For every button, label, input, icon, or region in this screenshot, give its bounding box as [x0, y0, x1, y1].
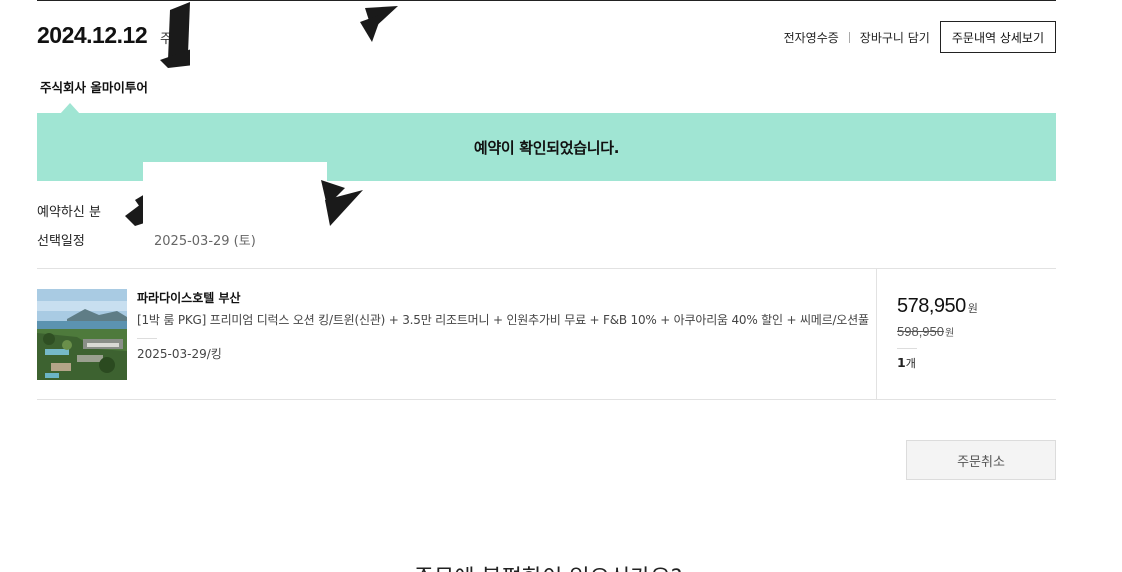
price-column: 578,950 원 598,950원 1개 — [876, 269, 1056, 399]
help-heading: 주문에 불편함이 있으신가요? — [0, 560, 1096, 572]
product-selection: 2025-03-29/킹 — [137, 347, 222, 361]
order-detail-button[interactable]: 주문내역 상세보기 — [939, 21, 1056, 53]
product-divider — [137, 338, 157, 339]
add-to-cart-link[interactable]: 장바구니 담기 — [860, 29, 930, 46]
cancel-order-button[interactable]: 주문취소 — [906, 440, 1056, 480]
schedule-label: 선택일정 — [37, 234, 85, 249]
schedule-value: 2025-03-29 (토) — [154, 234, 256, 249]
product-item: 파라다이스호텔 부산 [1박 룸 PKG] 프리미엄 디럭스 오션 킹/트윈(신… — [37, 268, 1056, 400]
receipt-link[interactable]: 전자영수증 — [784, 29, 839, 46]
original-price-value: 598,950 — [897, 324, 944, 339]
product-name[interactable]: 파라다이스호텔 부산 — [137, 289, 867, 306]
sale-price-value: 578,950 — [897, 295, 966, 317]
quantity-value: 1 — [897, 355, 906, 370]
redaction-overlay — [160, 2, 398, 72]
quantity-unit: 개 — [905, 357, 916, 370]
quantity: 1개 — [897, 355, 916, 371]
product-info: 파라다이스호텔 부산 [1박 룸 PKG] 프리미엄 디럭스 오션 킹/트윈(신… — [137, 289, 869, 362]
sale-price: 578,950 원 — [897, 295, 978, 318]
seller-name: 주식회사 올마이투어 — [40, 80, 148, 95]
price-divider — [897, 348, 917, 349]
product-option: [1박 룸 PKG] 프리미엄 디럭스 오션 킹/트윈(신관) + 3.5만 리… — [137, 313, 869, 327]
redaction-overlay — [125, 162, 363, 228]
sale-price-unit: 원 — [967, 303, 978, 315]
confirmation-message: 예약이 확인되었습니다. — [473, 138, 620, 157]
top-divider — [37, 0, 1056, 1]
reserver-label: 예약하신 분 — [37, 205, 101, 220]
hotel-photo-icon[interactable] — [37, 289, 127, 380]
original-price: 598,950원 — [897, 324, 954, 339]
header-actions: 전자영수증 장바구니 담기 주문내역 상세보기 — [784, 21, 1056, 53]
order-date: 2024.12.12 — [37, 22, 148, 48]
header-separator — [848, 31, 850, 43]
original-price-unit: 원 — [945, 328, 955, 339]
